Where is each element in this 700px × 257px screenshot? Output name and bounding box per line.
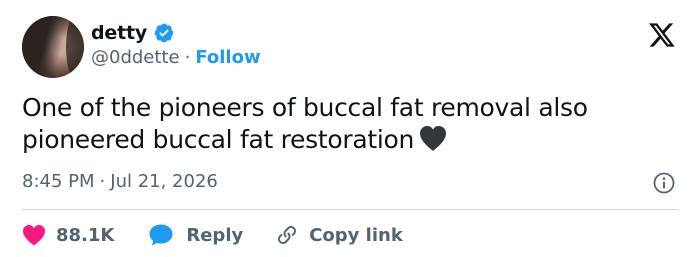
author-name-row: detty	[91, 19, 175, 47]
black-heart-icon	[420, 126, 447, 151]
author-handle[interactable]: @0ddette	[91, 47, 180, 68]
follow-button[interactable]: Follow	[195, 47, 260, 68]
tweet-card: detty @0ddette · Follow One of the pione…	[0, 0, 700, 257]
divider	[22, 209, 678, 210]
reply-label: Reply	[186, 224, 244, 246]
tweet-time[interactable]: 8:45 PM	[22, 171, 95, 192]
copy-link-label: Copy link	[309, 224, 403, 246]
like-button[interactable]: 88.1K	[22, 224, 114, 246]
author-handle-row: @0ddette · Follow	[91, 47, 261, 68]
info-icon[interactable]	[652, 171, 676, 195]
action-bar: 88.1K Reply Copy link	[22, 222, 403, 248]
reply-button[interactable]: Reply	[148, 223, 243, 247]
reply-bubble-icon	[149, 224, 173, 246]
verified-badge-icon	[154, 23, 174, 43]
like-count: 88.1K	[56, 224, 115, 246]
author-name[interactable]: detty	[91, 22, 147, 44]
tweet-text: One of the pioneers of buccal fat remova…	[22, 92, 642, 156]
separator-dot: ·	[184, 47, 191, 68]
heart-icon	[23, 225, 45, 246]
avatar[interactable]	[22, 16, 84, 78]
tweet-date[interactable]: Jul 21, 2026	[110, 171, 218, 192]
link-icon	[278, 226, 297, 244]
timestamp[interactable]: 8:45 PM · Jul 21, 2026	[22, 171, 218, 192]
x-logo-icon[interactable]	[648, 22, 676, 48]
separator-dot: ·	[99, 171, 106, 192]
tweet-text-content: One of the pioneers of buccal fat remova…	[22, 93, 588, 154]
copy-link-button[interactable]: Copy link	[275, 223, 403, 247]
